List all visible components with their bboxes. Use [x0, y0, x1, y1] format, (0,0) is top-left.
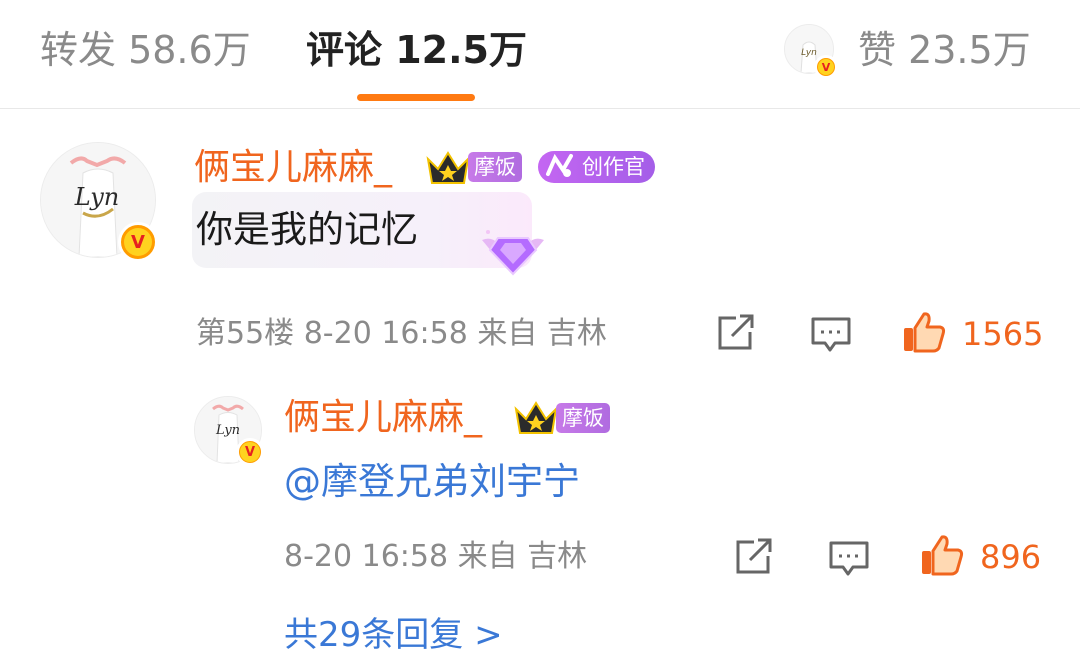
comment-meta: 第55楼 8-20 16:58 来自 吉林 — [196, 316, 607, 351]
fan-badge[interactable]: 摩饭 — [556, 403, 610, 433]
comment-icon[interactable] — [828, 540, 870, 578]
svg-text:Lyn: Lyn — [74, 183, 120, 211]
comment-username[interactable]: 俩宝儿麻麻_ — [194, 148, 392, 188]
reply-username[interactable]: 俩宝儿麻麻_ — [284, 398, 482, 438]
tab-likes[interactable]: 赞 23.5万 — [858, 30, 1031, 70]
tab-comments[interactable]: 评论 12.5万 — [306, 30, 527, 70]
creator-icon — [546, 153, 573, 177]
reply-text[interactable]: @摩登兄弟刘宇宁 — [284, 462, 580, 502]
svg-text:Lyn: Lyn — [801, 48, 817, 58]
share-icon[interactable] — [716, 314, 756, 352]
reply-meta: 8-20 16:58 来自 吉林 — [284, 539, 588, 574]
more-replies-link[interactable]: 共29条回复 > — [284, 616, 503, 654]
header-divider — [0, 108, 1080, 109]
comment-like-count: 1565 — [962, 315, 1044, 353]
crown-icon — [514, 401, 558, 434]
crown-icon — [426, 151, 470, 184]
active-tab-indicator — [357, 94, 475, 101]
tab-repost[interactable]: 转发 58.6万 — [40, 30, 251, 70]
verified-v-icon: V — [118, 222, 158, 262]
diamond-wings-icon — [482, 230, 544, 276]
fan-badge[interactable]: 摩饭 — [468, 152, 522, 182]
comment-text: 你是我的记忆 — [196, 208, 418, 251]
verified-v-icon: V — [814, 55, 838, 79]
thumbs-up-icon[interactable] — [902, 311, 946, 353]
comment-icon[interactable] — [810, 316, 852, 354]
verified-v-icon: V — [236, 438, 264, 466]
reply-like-count: 896 — [980, 538, 1042, 576]
svg-text:Lyn: Lyn — [215, 423, 240, 438]
share-icon[interactable] — [734, 538, 774, 576]
thumbs-up-icon[interactable] — [920, 534, 964, 576]
